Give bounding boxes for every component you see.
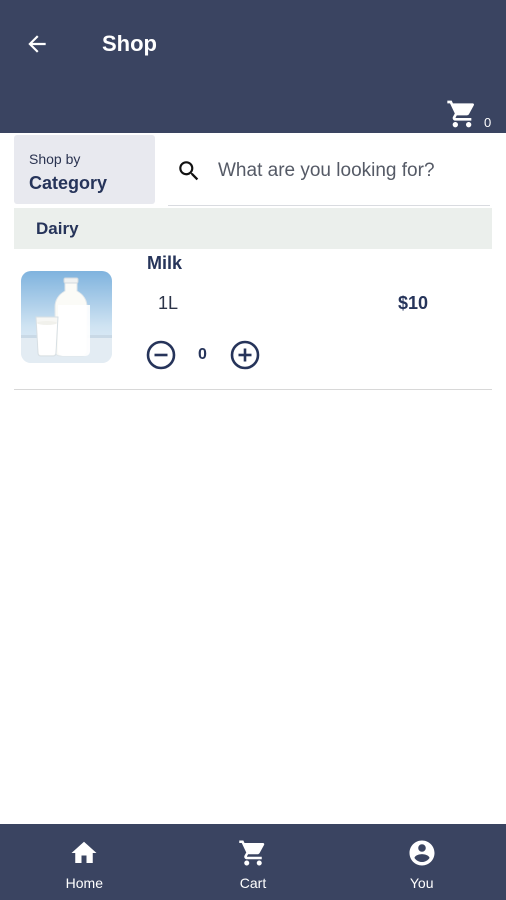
product-name[interactable]: Milk: [147, 252, 182, 274]
product-size: 1L: [158, 293, 179, 313]
cart-icon: [238, 838, 268, 868]
section-title: Dairy: [36, 219, 79, 238]
category-section-header: Dairy: [14, 208, 492, 249]
minus-circle-icon: [146, 340, 176, 370]
app-screen: Shop 0 Shop by Category Dairy: [0, 0, 506, 900]
nav-label-home: Home: [65, 875, 104, 891]
search-input[interactable]: [218, 159, 488, 182]
cart-icon: [447, 100, 475, 128]
increase-quantity-button[interactable]: [230, 340, 260, 370]
search-icon: [176, 158, 202, 184]
nav-item-home[interactable]: Home: [0, 824, 169, 900]
arrow-left-icon: [28, 35, 46, 53]
product-image: [21, 271, 112, 363]
decrease-quantity-button[interactable]: [146, 340, 176, 370]
search-bar[interactable]: [168, 136, 490, 206]
nav-label-you: You: [409, 875, 434, 891]
nav-label-cart: Cart: [239, 875, 267, 891]
account-circle-icon: [407, 838, 437, 868]
top-app-bar: Shop 0: [0, 0, 506, 133]
cart-count-badge: 0: [484, 115, 492, 130]
back-button[interactable]: [20, 28, 54, 60]
category-label: Category: [29, 173, 108, 193]
home-icon: [69, 838, 99, 868]
nav-item-you[interactable]: You: [337, 824, 506, 900]
shop-by-category-button[interactable]: Shop by Category: [14, 135, 155, 204]
quantity-value: 0: [198, 346, 207, 363]
header-cart-button[interactable]: [446, 98, 480, 130]
shop-by-label: Shop by: [29, 151, 81, 167]
product-price: $10: [398, 293, 429, 313]
page-title: Shop: [102, 31, 157, 56]
bottom-navigation: Home Cart You: [0, 824, 506, 900]
plus-circle-icon: [230, 340, 260, 370]
product-row[interactable]: Milk 1L $10 0: [14, 249, 492, 390]
nav-item-cart[interactable]: Cart: [169, 824, 338, 900]
